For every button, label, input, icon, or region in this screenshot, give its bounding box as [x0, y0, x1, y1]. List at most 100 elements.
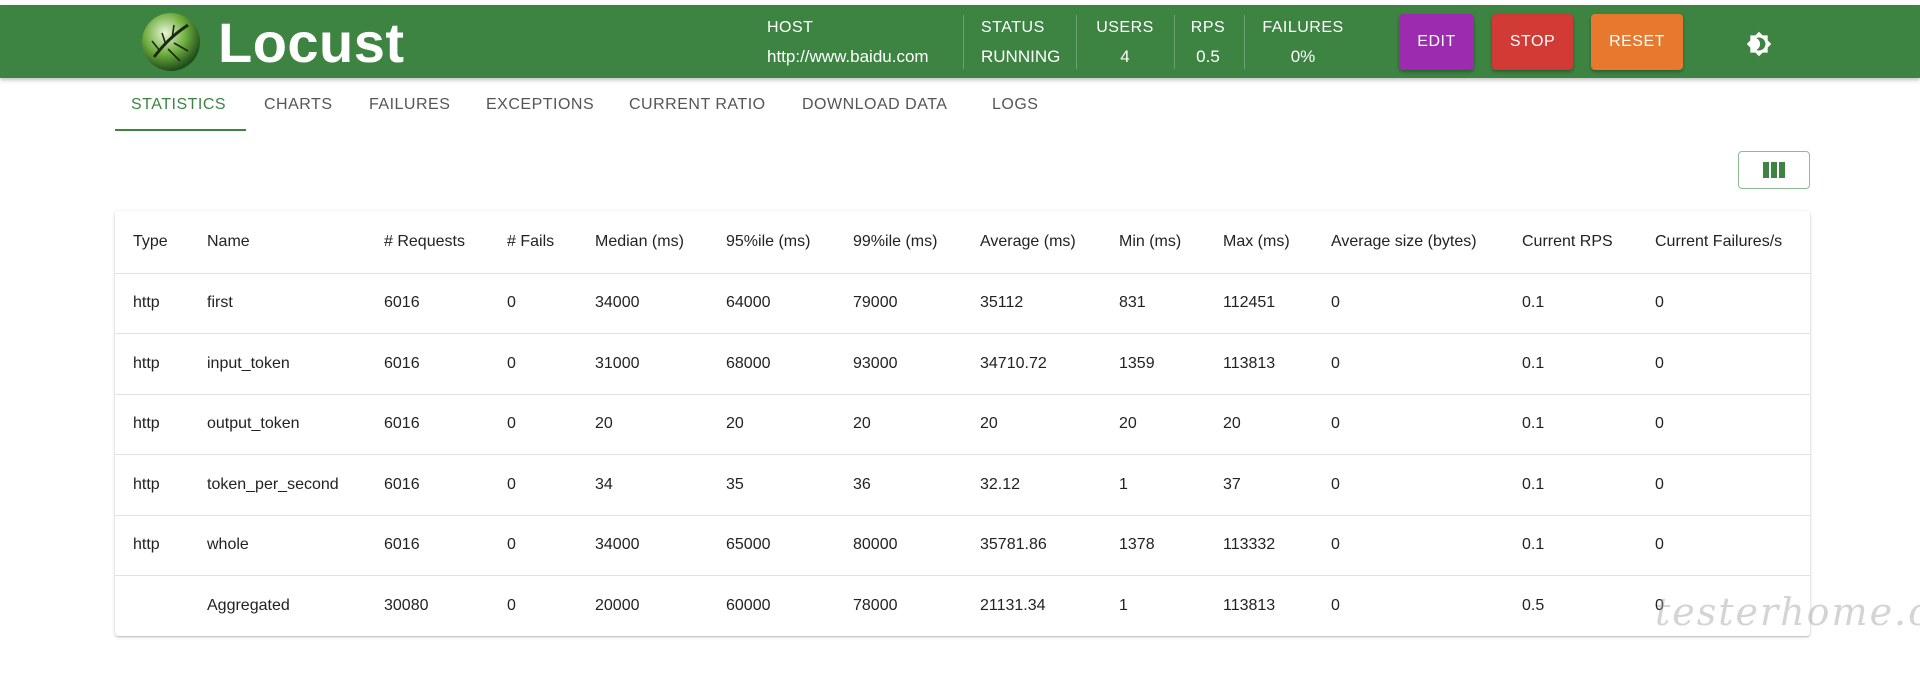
table-cell: 20: [1119, 415, 1137, 432]
table-cell: 30080: [384, 596, 429, 614]
column-header[interactable]: # Fails: [507, 211, 554, 273]
failures-label: FAILURES: [1262, 19, 1344, 36]
table-cell: 20: [595, 415, 613, 432]
table-cell: 36: [853, 475, 871, 493]
table-cell: 0: [1655, 536, 1664, 553]
table-cell: 0.5: [1522, 596, 1545, 614]
users-stat: USERS 4: [1090, 5, 1160, 78]
table-cell: 6016: [384, 415, 420, 432]
column-header[interactable]: Average size (bytes): [1331, 211, 1477, 273]
table-cell: 0: [507, 596, 516, 614]
table-cell: 1: [1119, 475, 1128, 493]
column-header[interactable]: Name: [207, 211, 250, 273]
reset-button[interactable]: RESET: [1591, 14, 1683, 70]
table-cell: 0.1: [1522, 294, 1545, 311]
table-cell: 78000: [853, 596, 898, 614]
status-label: STATUS: [981, 19, 1045, 36]
table-cell: 31000: [595, 354, 640, 372]
table-cell: 0.1: [1522, 415, 1545, 432]
table-cell: 113332: [1223, 536, 1276, 553]
table-cell: 34000: [595, 294, 640, 311]
column-header[interactable]: 99%ile (ms): [853, 211, 937, 273]
table-cell: 0: [1331, 596, 1340, 614]
column-header[interactable]: # Requests: [384, 211, 465, 273]
host-stat: HOST http://www.baidu.com: [767, 5, 947, 78]
column-selector-button[interactable]: [1738, 151, 1810, 189]
rps-stat: RPS 0.5: [1186, 5, 1230, 78]
table-cell: whole: [207, 536, 249, 553]
stop-button[interactable]: STOP: [1492, 14, 1573, 70]
table-cell: 93000: [853, 354, 898, 372]
table-row: http token_per_second 6016 0 34 35 36 32.12 1 37 0…: [115, 455, 1810, 516]
host-value: http://www.baidu.com: [767, 47, 929, 66]
column-header[interactable]: Current RPS: [1522, 211, 1613, 273]
tab-charts[interactable]: CHARTS: [264, 78, 333, 132]
rps-label: RPS: [1190, 19, 1226, 36]
table-cell: 113813: [1223, 354, 1276, 372]
brightness-icon[interactable]: [1746, 31, 1772, 57]
host-label: HOST: [767, 19, 814, 36]
active-tab-indicator: [115, 129, 246, 131]
tab-download-data[interactable]: DOWNLOAD DATA: [802, 78, 947, 132]
table-cell: output_token: [207, 415, 300, 432]
tab-statistics[interactable]: STATISTICS: [131, 78, 226, 132]
table-cell: http: [133, 415, 160, 432]
table-cell: 6016: [384, 294, 420, 311]
table-cell: 35: [726, 475, 744, 493]
column-header[interactable]: Type: [133, 211, 168, 273]
table-cell: 20: [980, 415, 998, 432]
table-cell: 20000: [595, 596, 640, 614]
table-cell: 0: [1331, 354, 1340, 372]
tab-logs[interactable]: LOGS: [992, 78, 1038, 132]
rps-value: 0.5: [1196, 47, 1220, 66]
table-cell: 37: [1223, 475, 1241, 493]
column-header[interactable]: Current Failures/s: [1655, 211, 1782, 273]
divider: [1244, 15, 1245, 69]
table-cell: 20: [853, 415, 871, 432]
aggregated-row: Aggregated 30080 0 20000 60000 78000 21131.34 1…: [115, 576, 1810, 636]
table-cell: 0: [507, 475, 516, 493]
users-label: USERS: [1096, 19, 1154, 36]
statistics-table: Type Name # Requests # Fails Median (ms)…: [115, 211, 1810, 636]
view-column-icon: [1763, 162, 1785, 178]
users-value: 4: [1120, 47, 1130, 66]
column-header[interactable]: Average (ms): [980, 211, 1076, 273]
table-cell: input_token: [207, 354, 290, 372]
edit-button[interactable]: EDIT: [1399, 14, 1474, 70]
table-cell: 0: [1331, 415, 1340, 432]
table-cell: 0: [1331, 475, 1340, 493]
table-cell: 68000: [726, 354, 771, 372]
table-cell: first: [207, 294, 233, 311]
divider: [963, 15, 964, 69]
column-header[interactable]: Min (ms): [1119, 211, 1181, 273]
table-row: http output_token 6016 0 20 20 20 20 20 20 0 0.1 0: [115, 394, 1810, 455]
table-cell: 21131.34: [980, 596, 1046, 614]
table-cell: http: [133, 294, 160, 311]
table-cell: 112451: [1223, 294, 1276, 311]
table-cell: Aggregated: [207, 596, 290, 614]
tab-failures[interactable]: FAILURES: [369, 78, 450, 132]
table-cell: 35112: [980, 294, 1024, 311]
table-cell: 0: [507, 294, 516, 311]
table-cell: 64000: [726, 294, 771, 311]
table-cell: 34000: [595, 536, 640, 553]
column-header[interactable]: Median (ms): [595, 211, 684, 273]
table-cell: token_per_second: [207, 475, 339, 493]
status-value: RUNNING: [981, 47, 1061, 66]
table-cell: 20: [726, 415, 744, 432]
table-row: http whole 6016 0 34000 65000 80000 35781.86 137…: [115, 515, 1810, 576]
table-cell: 0: [507, 415, 516, 432]
column-header[interactable]: 95%ile (ms): [726, 211, 810, 273]
table-cell: 6016: [384, 536, 420, 553]
table-header-row: Type Name # Requests # Fails Median (ms)…: [115, 211, 1810, 274]
table-cell: 65000: [726, 536, 771, 553]
watermark: testerhome.com: [1655, 590, 1920, 634]
tab-current-ratio[interactable]: CURRENT RATIO: [629, 78, 766, 132]
divider: [1076, 15, 1077, 69]
divider: [1174, 15, 1175, 69]
failures-value: 0%: [1290, 47, 1316, 66]
column-header[interactable]: Max (ms): [1223, 211, 1290, 273]
table-cell: 831: [1119, 294, 1146, 311]
table-cell: 0.1: [1522, 354, 1545, 372]
tab-exceptions[interactable]: EXCEPTIONS: [486, 78, 594, 132]
